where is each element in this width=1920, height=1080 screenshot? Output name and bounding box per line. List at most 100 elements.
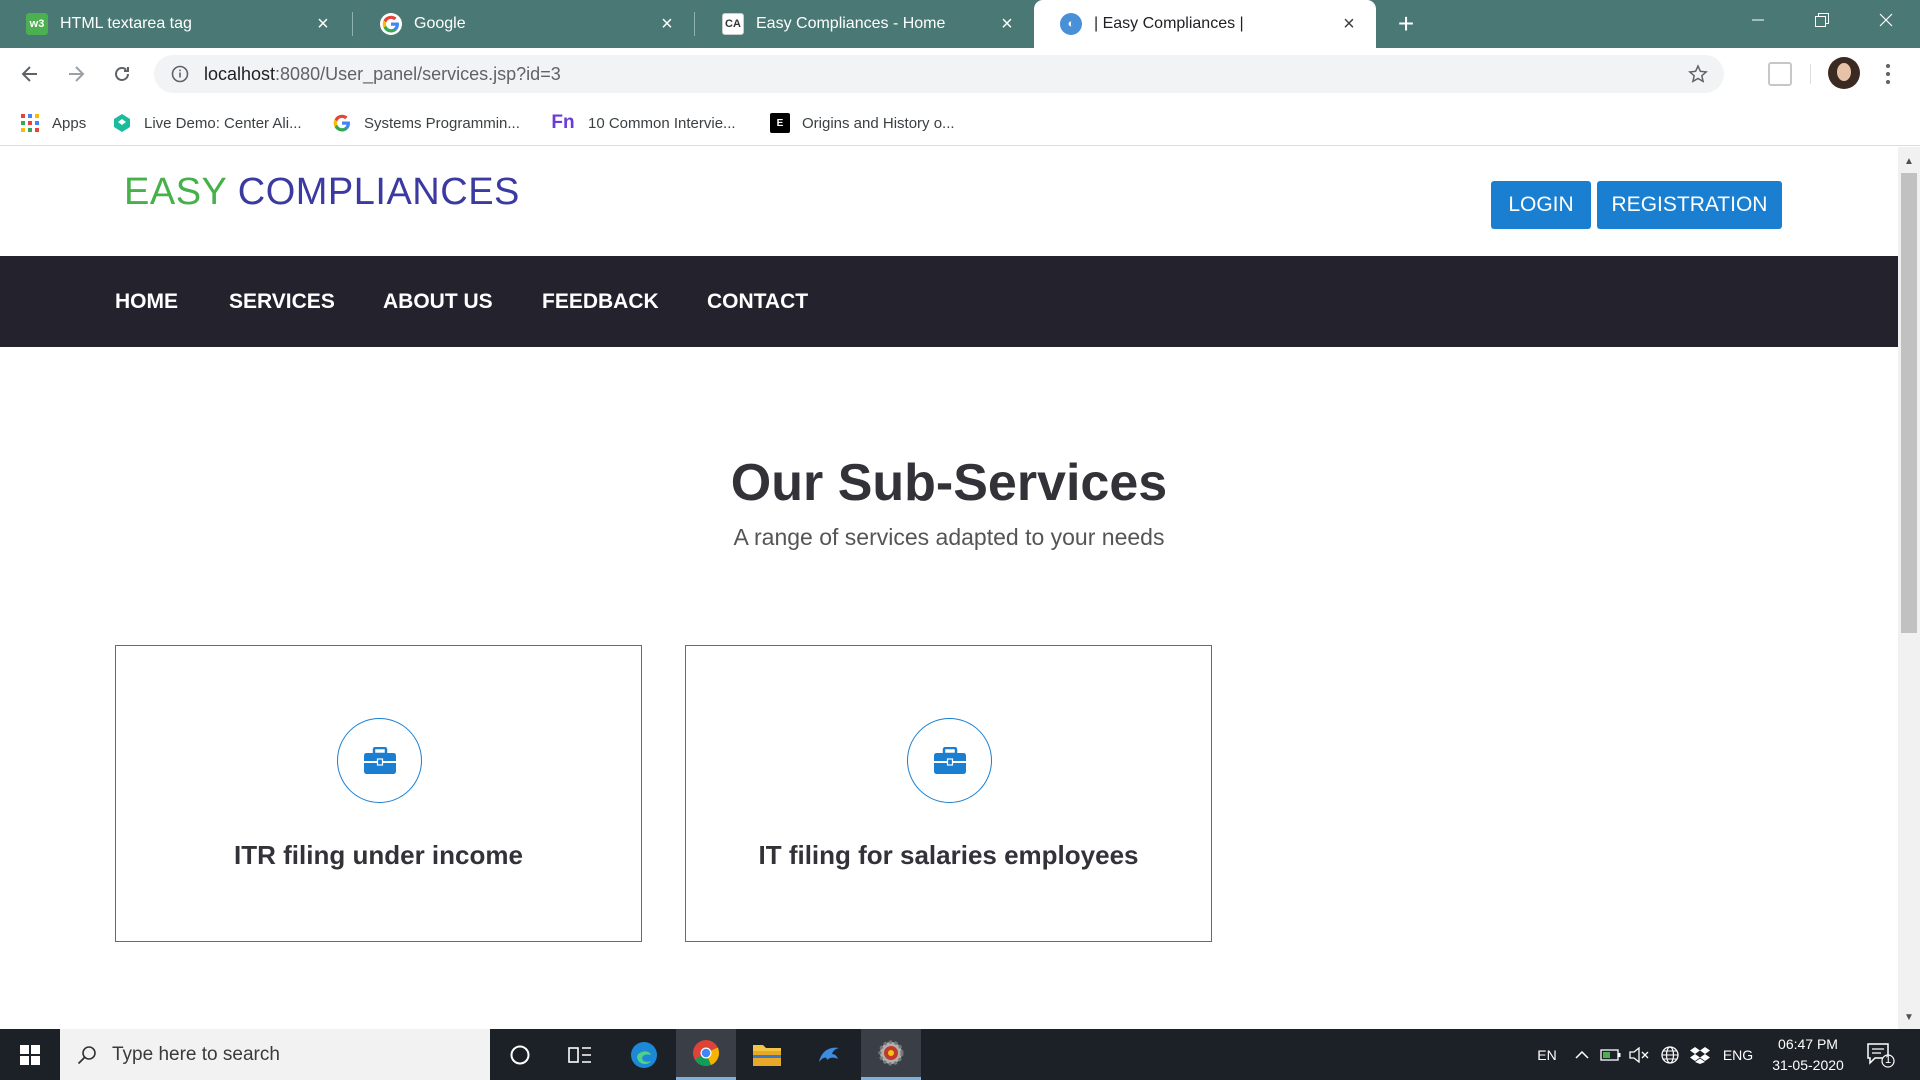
restore-icon bbox=[1815, 13, 1829, 27]
folder-icon bbox=[753, 1044, 781, 1066]
back-button[interactable] bbox=[12, 56, 48, 92]
logo-compliances: COMPLIANCES bbox=[237, 171, 520, 213]
close-window-button[interactable] bbox=[1854, 0, 1918, 40]
extension-icon[interactable] bbox=[1768, 62, 1792, 86]
notification-center-icon[interactable]: 1 bbox=[1866, 1041, 1896, 1069]
page-scrollbar[interactable]: ▲ ▼ bbox=[1898, 147, 1920, 1029]
tab-separator bbox=[352, 12, 353, 36]
close-icon[interactable]: × bbox=[998, 14, 1016, 34]
close-icon[interactable]: × bbox=[314, 14, 332, 34]
chrome-app[interactable] bbox=[676, 1029, 736, 1080]
taskbar-search[interactable]: Type here to search bbox=[60, 1029, 490, 1080]
logo-easy: EASY bbox=[124, 171, 227, 213]
url-text[interactable]: localhost:8080/User_panel/services.jsp?i… bbox=[204, 64, 561, 85]
fn-icon: Fn bbox=[551, 112, 575, 133]
restore-button[interactable] bbox=[1790, 0, 1854, 40]
new-tab-button[interactable]: + bbox=[1390, 8, 1422, 40]
service-card[interactable]: IT filing for salaries employees bbox=[685, 645, 1212, 942]
url-host: localhost bbox=[204, 63, 276, 84]
clock-time: 06:47 PM bbox=[1778, 1036, 1838, 1052]
bookmark-label: Live Demo: Center Ali... bbox=[144, 114, 302, 132]
scroll-thumb[interactable] bbox=[1901, 173, 1917, 633]
profile-avatar[interactable] bbox=[1828, 57, 1860, 89]
task-view-button[interactable] bbox=[550, 1029, 610, 1080]
bookmark-origins-history[interactable]: E Origins and History o... bbox=[770, 110, 955, 136]
bookmark-label: Apps bbox=[52, 114, 87, 132]
tab-google[interactable]: Google × bbox=[354, 0, 694, 48]
icon-circle bbox=[907, 718, 992, 803]
search-icon bbox=[76, 1044, 98, 1066]
site-logo[interactable]: EASY COMPLIANCES bbox=[124, 171, 520, 214]
nav-services[interactable]: SERVICES bbox=[229, 256, 335, 347]
settings-app[interactable] bbox=[861, 1029, 921, 1080]
minimize-button[interactable] bbox=[1726, 0, 1790, 40]
gear-icon bbox=[878, 1040, 904, 1066]
bookmark-common-interview[interactable]: Fn 10 Common Intervie... bbox=[550, 110, 735, 136]
site-logo-icon: CA bbox=[722, 13, 744, 35]
reload-button[interactable] bbox=[104, 56, 140, 92]
network-globe-icon[interactable] bbox=[1656, 1029, 1684, 1080]
forward-button[interactable] bbox=[58, 56, 94, 92]
battery-icon[interactable] bbox=[1598, 1029, 1624, 1080]
scroll-up-arrow-icon[interactable]: ▲ bbox=[1898, 151, 1920, 171]
input-method-indicator[interactable]: ENG bbox=[1718, 1029, 1758, 1080]
chevron-up-icon[interactable] bbox=[1570, 1029, 1594, 1080]
site-header: EASY COMPLIANCES LOGIN REGISTRATION bbox=[0, 147, 1898, 256]
dropbox-icon[interactable] bbox=[1688, 1029, 1712, 1080]
nav-feedback[interactable]: FEEDBACK bbox=[542, 256, 659, 347]
task-view-icon bbox=[568, 1046, 591, 1063]
briefcase-icon bbox=[933, 746, 966, 774]
apps-grid-icon bbox=[20, 113, 40, 133]
dolphin-app[interactable] bbox=[799, 1029, 859, 1080]
language-indicator[interactable]: EN bbox=[1530, 1029, 1564, 1080]
briefcase-icon bbox=[363, 746, 396, 774]
file-explorer-app[interactable] bbox=[737, 1029, 797, 1080]
chrome-icon bbox=[693, 1040, 720, 1067]
cortana-button[interactable] bbox=[490, 1029, 550, 1080]
volume-muted-icon[interactable] bbox=[1626, 1029, 1652, 1080]
tab-easy-compliances-home[interactable]: CA Easy Compliances - Home × bbox=[696, 0, 1034, 48]
bookmark-live-demo[interactable]: Live Demo: Center Ali... bbox=[112, 110, 302, 136]
bookmark-systems-programming[interactable]: Systems Programmin... bbox=[332, 110, 520, 136]
icon-circle bbox=[337, 718, 422, 803]
page-viewport: EASY COMPLIANCES LOGIN REGISTRATION HOME… bbox=[0, 147, 1898, 1029]
google-icon bbox=[332, 113, 352, 133]
info-icon[interactable] bbox=[168, 62, 192, 86]
tab-html-textarea[interactable]: w3 HTML textarea tag × bbox=[0, 0, 350, 48]
close-icon[interactable]: × bbox=[658, 14, 676, 34]
windows-taskbar: Type here to search EN ENG 06:47 PM 31-0… bbox=[0, 1029, 1920, 1080]
bookmark-page-icon: E bbox=[770, 113, 790, 133]
service-card[interactable]: ITR filing under income bbox=[115, 645, 642, 942]
nav-contact[interactable]: CONTACT bbox=[707, 256, 808, 347]
globe-icon: ◐ bbox=[1060, 13, 1082, 35]
scroll-down-arrow-icon[interactable]: ▼ bbox=[1898, 1007, 1920, 1027]
browser-toolbar: localhost:8080/User_panel/services.jsp?i… bbox=[0, 48, 1920, 100]
edge-app[interactable] bbox=[614, 1029, 674, 1080]
close-icon[interactable]: × bbox=[1340, 14, 1358, 34]
bookmark-star-icon[interactable] bbox=[1686, 62, 1710, 86]
w3schools-icon: w3 bbox=[26, 13, 48, 35]
bookmark-label: Origins and History o... bbox=[802, 114, 955, 132]
address-bar[interactable]: localhost:8080/User_panel/services.jsp?i… bbox=[154, 55, 1724, 93]
browser-menu-icon[interactable] bbox=[1874, 58, 1902, 90]
registration-button[interactable]: REGISTRATION bbox=[1597, 181, 1782, 229]
taskbar-clock[interactable]: 06:47 PM 31-05-2020 bbox=[1760, 1034, 1856, 1076]
windows-icon bbox=[20, 1044, 40, 1065]
tab-easy-compliances-active[interactable]: ◐ | Easy Compliances | × bbox=[1034, 0, 1376, 48]
dolphin-icon bbox=[819, 1047, 839, 1062]
bookmark-apps[interactable]: Apps bbox=[20, 110, 86, 136]
codepen-icon bbox=[112, 113, 132, 133]
start-button[interactable] bbox=[0, 1029, 60, 1080]
cortana-icon bbox=[510, 1045, 530, 1064]
google-icon bbox=[380, 13, 402, 35]
toolbar-divider bbox=[1810, 64, 1811, 84]
bookmark-label: Systems Programmin... bbox=[364, 114, 520, 132]
clock-date: 31-05-2020 bbox=[1772, 1057, 1844, 1073]
nav-home[interactable]: HOME bbox=[115, 256, 178, 347]
nav-about-us[interactable]: ABOUT US bbox=[383, 256, 493, 347]
reload-icon bbox=[115, 67, 129, 81]
login-button[interactable]: LOGIN bbox=[1491, 181, 1591, 229]
tab-title: HTML textarea tag bbox=[60, 15, 192, 32]
notification-count: 1 bbox=[1885, 1054, 1892, 1066]
tab-title: | Easy Compliances | bbox=[1094, 15, 1244, 32]
